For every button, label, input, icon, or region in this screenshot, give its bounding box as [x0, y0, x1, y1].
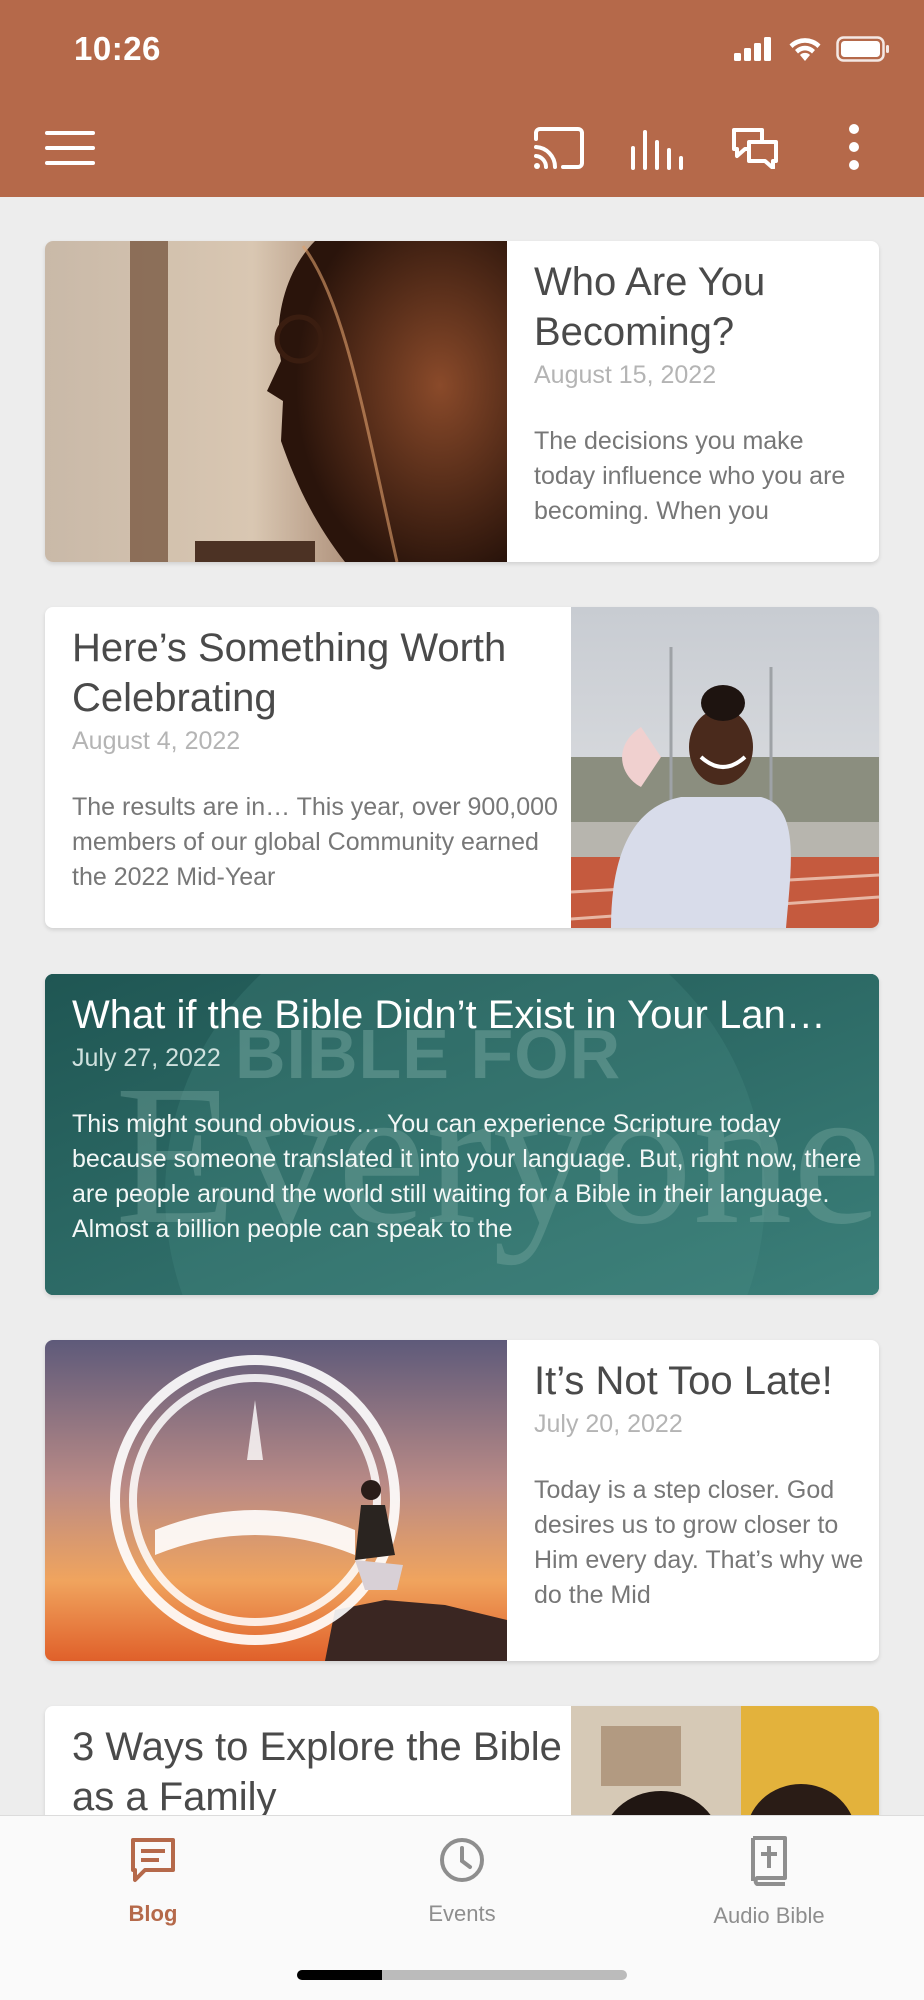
post-image — [571, 1706, 879, 1815]
post-image — [45, 1340, 507, 1661]
chat-icon[interactable] — [731, 127, 779, 169]
menu-icon[interactable] — [45, 131, 95, 165]
post-excerpt: This might sound obvious… You can experi… — [72, 1110, 862, 1243]
home-indicator[interactable] — [297, 1970, 627, 1980]
post-excerpt: Today is a step closer. God desires us t… — [534, 1476, 864, 1609]
tab-blog[interactable]: Blog — [53, 1836, 253, 1927]
wifi-icon — [789, 38, 821, 61]
tab-audio-bible[interactable]: Audio Bible — [669, 1836, 869, 1929]
post-date: July 27, 2022 — [72, 1044, 221, 1072]
post-excerpt: The results are in… This year, over 900,… — [72, 793, 558, 891]
status-icons — [734, 36, 890, 62]
text-fade — [804, 507, 864, 542]
post-text: What if the Bible Didn’t Exist in Your L… — [72, 974, 862, 1295]
audio-bible-icon — [751, 1836, 787, 1886]
blog-post-card[interactable]: Who Are You Becoming? August 15, 2022 Th… — [45, 241, 879, 562]
cast-icon[interactable] — [533, 127, 585, 169]
post-title: What if the Bible Didn’t Exist in Your L… — [72, 993, 826, 1037]
post-text: It’s Not Too Late! July 20, 2022 Today i… — [534, 1340, 864, 1661]
tab-label: Blog — [128, 1901, 178, 1926]
post-image — [45, 241, 507, 562]
battery-icon — [836, 36, 889, 62]
equalizer-icon[interactable] — [631, 126, 683, 170]
blog-feed[interactable]: Who Are You Becoming? August 15, 2022 Th… — [0, 197, 924, 1815]
blog-post-card[interactable]: 3 Ways to Explore the Bible as a Family — [45, 1706, 879, 1815]
post-text: Here’s Something Worth Celebrating Augus… — [72, 607, 572, 928]
blog-post-card[interactable]: BIBLE FOR Everyone What if the Bible Did… — [45, 974, 879, 1295]
app-header: 10:26 — [0, 0, 924, 197]
status-time: 10:26 — [74, 30, 161, 67]
post-title: 3 Ways to Explore the Bible as a Family — [72, 1725, 562, 1815]
post-image — [571, 607, 879, 928]
signal-icon — [734, 37, 771, 61]
blog-post-card[interactable]: It’s Not Too Late! July 20, 2022 Today i… — [45, 1340, 879, 1661]
post-text: 3 Ways to Explore the Bible as a Family — [72, 1706, 572, 1815]
tab-label: Events — [428, 1901, 496, 1926]
more-vertical-icon[interactable] — [848, 124, 860, 170]
tab-events[interactable]: Events — [362, 1836, 562, 1927]
post-date: August 4, 2022 — [72, 727, 241, 755]
post-date: July 20, 2022 — [534, 1410, 683, 1438]
post-title: Who Are You Becoming? — [534, 260, 766, 354]
clock-icon — [440, 1838, 484, 1882]
post-title: It’s Not Too Late! — [534, 1359, 833, 1403]
post-text: Who Are You Becoming? August 15, 2022 Th… — [534, 241, 864, 562]
post-date: August 15, 2022 — [534, 361, 717, 389]
blog-post-card[interactable]: Here’s Something Worth Celebrating Augus… — [45, 607, 879, 928]
blog-icon — [131, 1838, 175, 1882]
text-fade — [512, 873, 572, 908]
tab-label: Audio Bible — [713, 1903, 825, 1928]
text-fade — [804, 1606, 864, 1641]
post-title: Here’s Something Worth Celebrating — [72, 626, 507, 720]
